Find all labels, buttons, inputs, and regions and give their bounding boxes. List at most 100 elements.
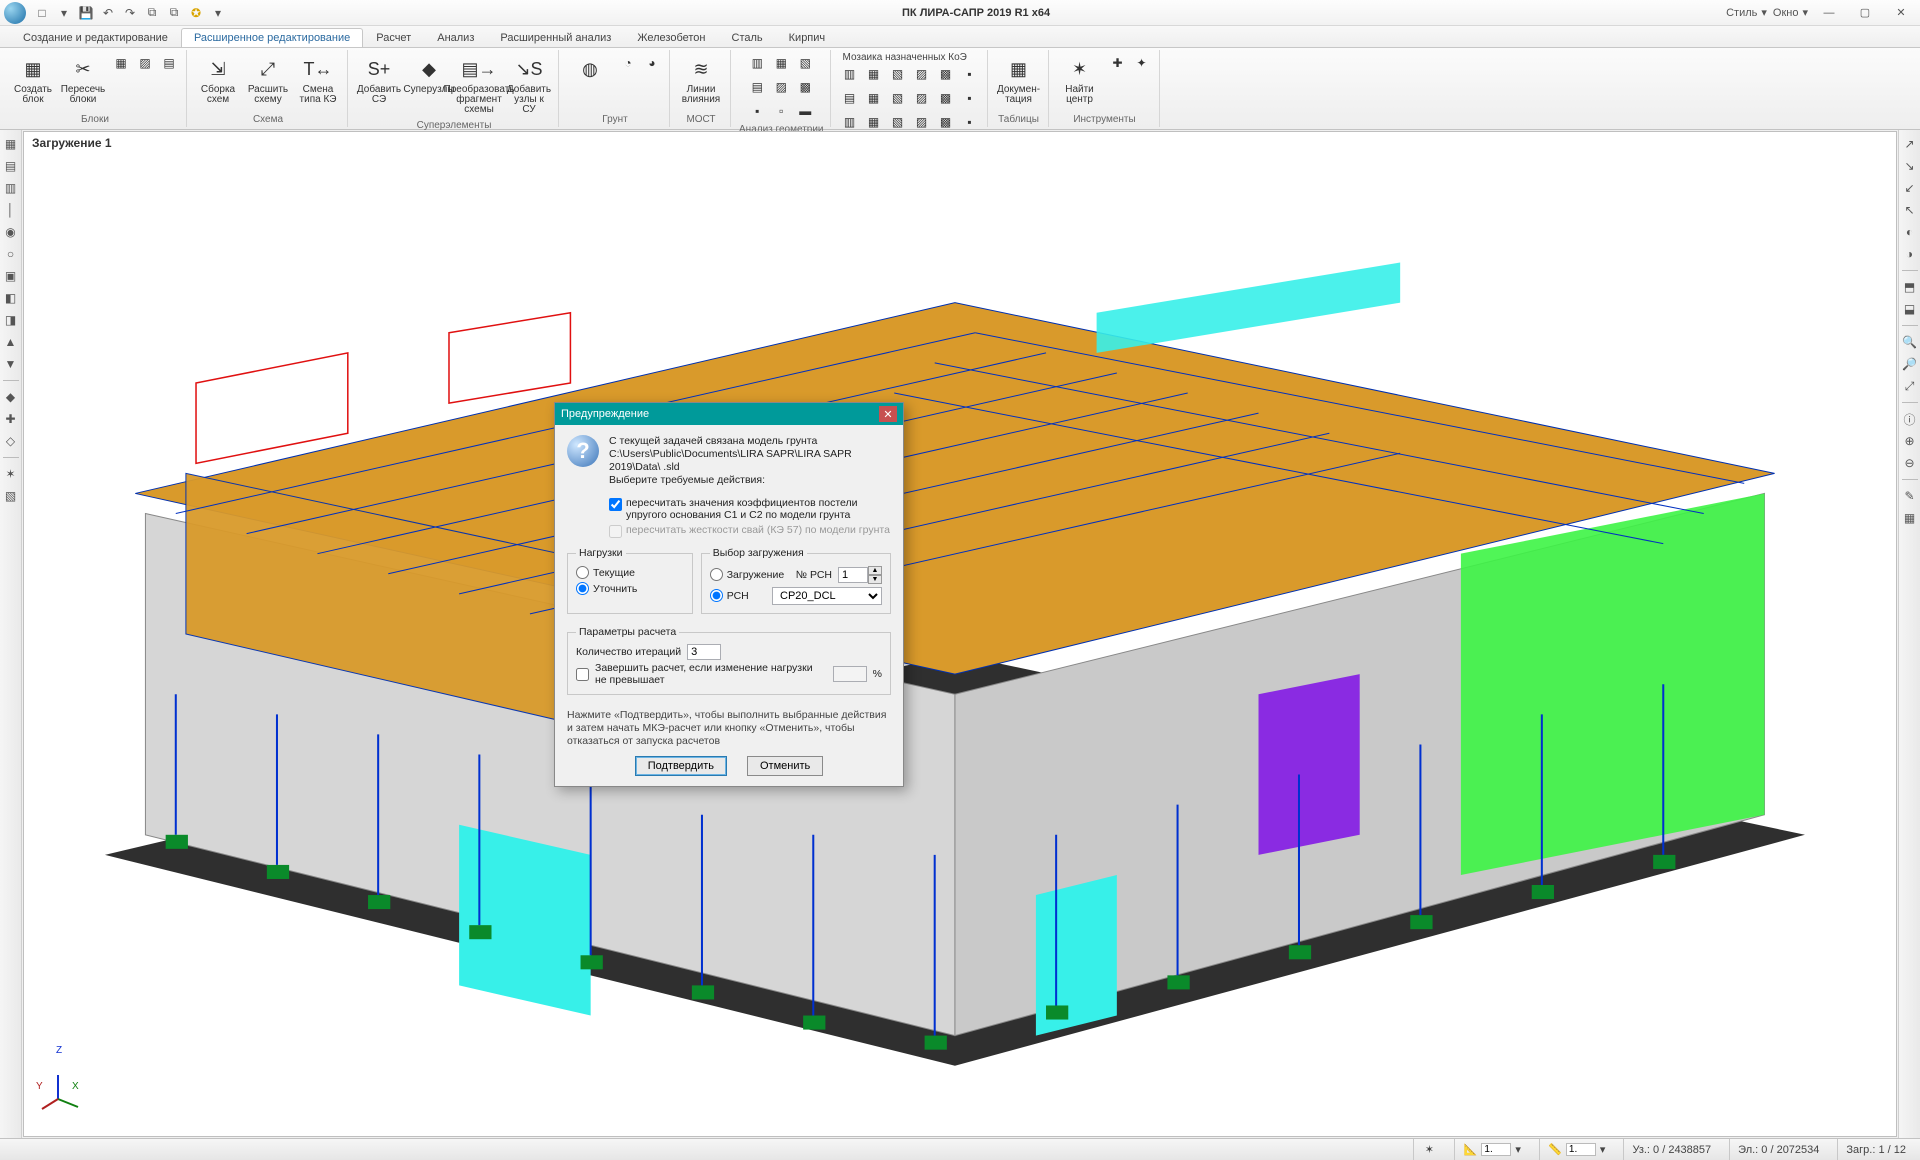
ribbon-small-button[interactable]: ▪ — [959, 63, 981, 85]
toolbar-icon[interactable]: ◉ — [3, 224, 19, 240]
toolbar-icon[interactable]: ✎ — [1902, 488, 1918, 504]
toolbar-icon[interactable]: ▦ — [3, 136, 19, 152]
status-scale-1[interactable]: 📐▾ — [1454, 1139, 1529, 1160]
ribbon-button[interactable]: ✂Пересечь блоки — [60, 52, 106, 108]
ribbon-tab[interactable]: Анализ — [424, 28, 487, 47]
ribbon-button[interactable]: ↘SДобавить узлы к СУ — [506, 52, 552, 118]
spin-down-icon[interactable]: ▼ — [868, 575, 882, 584]
qat-copy-icon[interactable]: ⧉ — [144, 5, 160, 21]
toolbar-icon[interactable]: ▦ — [1902, 510, 1918, 526]
toolbar-icon[interactable]: ✶ — [3, 466, 19, 482]
toolbar-icon[interactable]: ↘ — [1902, 158, 1918, 174]
ribbon-small-button[interactable]: ▨ — [911, 63, 933, 85]
ribbon-small-button[interactable]: ✦ — [1131, 52, 1153, 74]
ribbon-tab[interactable]: Железобетон — [624, 28, 718, 47]
ribbon-button[interactable]: ≋Линии влияния — [678, 52, 724, 108]
ribbon-button[interactable]: S+Добавить СЭ — [356, 52, 402, 108]
ribbon-small-button[interactable]: ▩ — [935, 87, 957, 109]
maximize-button[interactable]: ▢ — [1850, 3, 1880, 23]
toolbar-icon[interactable]: ▼ — [3, 356, 19, 372]
ribbon-small-button[interactable]: ▩ — [935, 63, 957, 85]
finish-threshold-checkbox[interactable] — [576, 668, 589, 681]
toolbar-icon[interactable]: ⤢ — [1902, 378, 1918, 394]
toolbar-icon[interactable]: 🔍 — [1902, 334, 1918, 350]
ribbon-button[interactable]: ▦Создать блок — [10, 52, 56, 108]
ribbon-small-button[interactable]: ▤ — [746, 76, 768, 98]
cancel-button[interactable]: Отменить — [747, 756, 823, 776]
toolbar-icon[interactable]: ◇ — [3, 433, 19, 449]
sel-rsn-radio[interactable]: РСН — [710, 589, 766, 602]
toolbar-icon[interactable]: ▥ — [3, 180, 19, 196]
ribbon-small-button[interactable]: ✚ — [1107, 52, 1129, 74]
toolbar-icon[interactable]: ◆ — [3, 389, 19, 405]
ribbon-button[interactable]: ✶Найти центр — [1057, 52, 1103, 108]
toolbar-icon[interactable]: ◨ — [3, 312, 19, 328]
window-selector[interactable]: Окно▾ — [1773, 6, 1808, 19]
qat-help-icon[interactable]: ✪ — [188, 5, 204, 21]
toolbar-icon[interactable]: ✚ — [3, 411, 19, 427]
status-tool-1[interactable]: ✶ — [1413, 1139, 1444, 1160]
ribbon-small-button[interactable]: ▬ — [794, 100, 816, 122]
ribbon-small-button[interactable]: ▥ — [839, 63, 861, 85]
ribbon-small-button[interactable]: ▥ — [746, 52, 768, 74]
ribbon-button[interactable]: ⤢Расшить схему — [245, 52, 291, 108]
toolbar-icon[interactable]: ◧ — [3, 290, 19, 306]
iterations-input[interactable] — [687, 644, 721, 660]
ribbon-tab[interactable]: Кирпич — [776, 28, 839, 47]
toolbar-icon[interactable]: ⬓ — [1902, 301, 1918, 317]
ribbon-small-button[interactable]: ▧ — [887, 87, 909, 109]
recalc-c1c2-checkbox[interactable]: пересчитать значения коэффициентов посте… — [609, 497, 891, 521]
loads-current-radio[interactable]: Текущие — [576, 566, 684, 579]
toolbar-icon[interactable]: ▧ — [3, 488, 19, 504]
ribbon-tab[interactable]: Расширенный анализ — [487, 28, 624, 47]
qat-undo-icon[interactable]: ↶ — [100, 5, 116, 21]
ribbon-tab[interactable]: Расчет — [363, 28, 424, 47]
ribbon-small-button[interactable]: ▫ — [770, 100, 792, 122]
qat-new-icon[interactable]: □ — [34, 5, 50, 21]
ribbon-small-button[interactable]: ▦ — [863, 63, 885, 85]
toolbar-icon[interactable]: ▣ — [3, 268, 19, 284]
toolbar-icon[interactable]: ⊖ — [1902, 455, 1918, 471]
ribbon-small-button[interactable]: ▧ — [794, 52, 816, 74]
ribbon-small-button[interactable]: ▦ — [863, 87, 885, 109]
ribbon-small-button[interactable]: ▤ — [158, 52, 180, 74]
ribbon-small-button[interactable]: ▨ — [770, 76, 792, 98]
ribbon-tab[interactable]: Расширенное редактирование — [181, 28, 363, 47]
qat-dropdown-icon[interactable]: ▾ — [56, 5, 72, 21]
ribbon-button[interactable]: ▦Докумен-тация — [996, 52, 1042, 108]
spin-up-icon[interactable]: ▲ — [868, 566, 882, 575]
ribbon-small-button[interactable]: ▩ — [794, 76, 816, 98]
minimize-button[interactable]: — — [1814, 3, 1844, 23]
toolbar-icon[interactable]: ▲ — [3, 334, 19, 350]
qat-paste-icon[interactable]: ⧉ — [166, 5, 182, 21]
ribbon-button[interactable]: ▤→Преобразовать фрагмент схемы — [456, 52, 502, 118]
ribbon-button[interactable]: ⇲Сборка схем — [195, 52, 241, 108]
toolbar-icon[interactable]: ▤ — [3, 158, 19, 174]
close-button[interactable]: ✕ — [1886, 3, 1916, 23]
rsn-combo[interactable]: CP20_DCL — [772, 587, 882, 605]
toolbar-icon[interactable]: │ — [3, 202, 19, 218]
toolbar-icon[interactable]: ↙ — [1902, 180, 1918, 196]
ribbon-small-button[interactable]: ▨ — [134, 52, 156, 74]
viewport[interactable]: Загружение 1 — [23, 131, 1897, 1137]
ribbon-small-button[interactable]: ▦ — [110, 52, 132, 74]
status-scale-2[interactable]: 📏▾ — [1539, 1139, 1614, 1160]
ribbon-small-button[interactable]: ◔ — [617, 52, 639, 74]
dialog-close-icon[interactable]: ✕ — [879, 406, 897, 422]
qat-save-icon[interactable]: 💾 — [78, 5, 94, 21]
toolbar-icon[interactable]: 🔎 — [1902, 356, 1918, 372]
style-selector[interactable]: Стиль▾ — [1726, 6, 1767, 19]
ribbon-small-button[interactable]: ◕ — [641, 52, 663, 74]
qat-more-icon[interactable]: ▾ — [210, 5, 226, 21]
ribbon-tab[interactable]: Создание и редактирование — [10, 28, 181, 47]
ribbon-small-button[interactable]: ▤ — [839, 87, 861, 109]
toolbar-icon[interactable]: ⬒ — [1902, 279, 1918, 295]
ribbon-button[interactable]: T↔Смена типа КЭ — [295, 52, 341, 108]
rsn-number-input[interactable]: ▲▼ — [838, 566, 882, 584]
toolbar-icon[interactable]: ↖ — [1902, 202, 1918, 218]
toolbar-icon[interactable]: ◐ — [1902, 224, 1918, 240]
qat-redo-icon[interactable]: ↷ — [122, 5, 138, 21]
ribbon-small-button[interactable]: ▨ — [911, 87, 933, 109]
toolbar-icon[interactable]: ⓘ — [1902, 411, 1918, 427]
toolbar-icon[interactable]: ◑ — [1902, 246, 1918, 262]
